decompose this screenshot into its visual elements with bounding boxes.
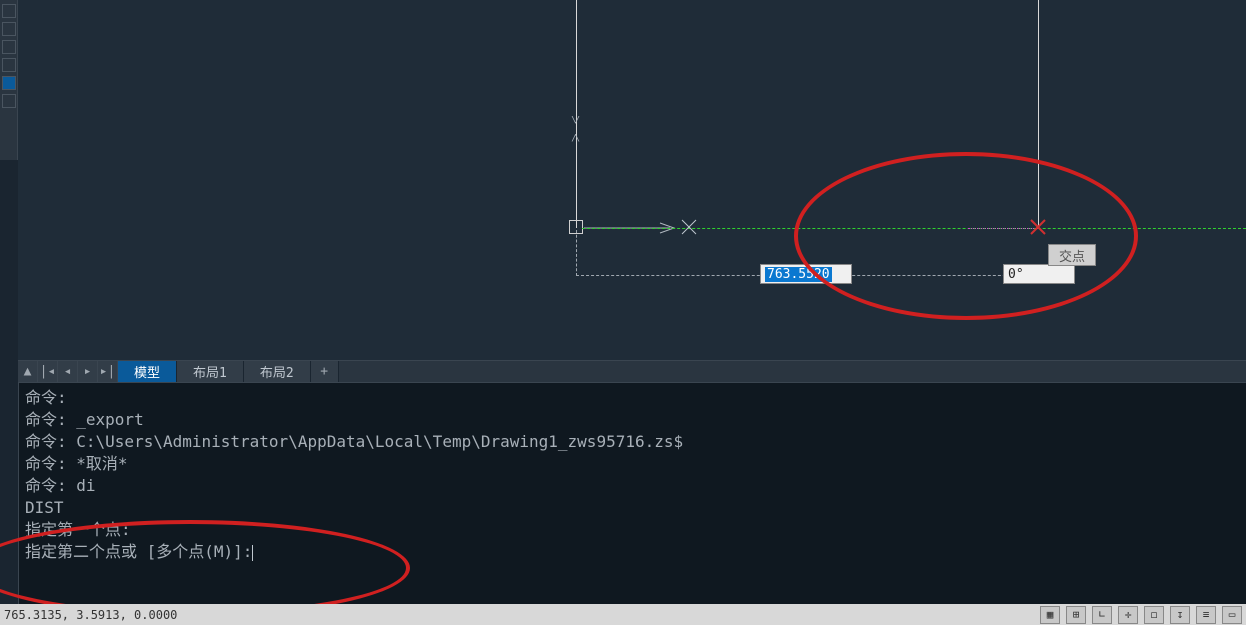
snap-tooltip: 交点 [1048,244,1096,266]
toolbar-button-2[interactable] [2,22,16,36]
tab-model[interactable]: 模型 [118,361,177,382]
command-prompt-line: 指定第二个点或 [多个点(M)]: [25,541,1240,563]
command-line: 指定第一个点: [25,519,1240,541]
toolbar-button-3[interactable] [2,40,16,54]
status-osnap-button[interactable]: ◻ [1144,606,1164,624]
vertical-line-2 [1038,0,1039,228]
annotation-ellipse-1 [794,152,1138,320]
dynamic-angle-input[interactable]: 0° [1003,264,1075,284]
dimension-drop-left [576,230,577,276]
status-lwt-button[interactable]: ≡ [1196,606,1216,624]
status-grid-button[interactable]: ▦ [1040,606,1060,624]
command-line: 命令: *取消* [25,453,1240,475]
tab-last-button[interactable]: ▸| [98,361,118,382]
text-cursor [252,545,253,561]
distance-value: 763.5520 [765,267,832,282]
command-line: 命令: [25,387,1240,409]
snap-tooltip-label: 交点 [1059,246,1085,265]
tab-model-label: 模型 [134,362,160,381]
layout-tab-bar: ▲ |◂ ◂ ▸ ▸| 模型 布局1 布局2 + [18,360,1246,382]
drawing-canvas[interactable]: ˅ ˄ 763.5520 0° 交点 [18,0,1246,360]
status-more-button[interactable]: ▭ [1222,606,1242,624]
tab-layout2[interactable]: 布局2 [244,361,311,382]
command-line: 命令: _export [25,409,1240,431]
arrow-up-tip-icon: ˄ [571,128,580,148]
command-console[interactable]: 命令: 命令: _export 命令: C:\Users\Administrat… [18,382,1246,604]
tab-layout1-label: 布局1 [193,362,227,381]
intersection-snap-icon [1030,219,1046,235]
tab-first-button[interactable]: |◂ [38,361,58,382]
angle-value: 0° [1008,267,1024,282]
left-toolbar [0,0,18,160]
status-coordinates: 765.3135, 3.5913, 0.0000 [4,608,177,622]
tab-plus-label: + [320,364,328,379]
command-prompt-text: 指定第二个点或 [多个点(M)]: [25,542,252,561]
tab-collapse-button[interactable]: ▲ [18,361,38,382]
status-bar: 765.3135, 3.5913, 0.0000 ▦ ⊞ ∟ ✛ ◻ ↧ ≡ ▭ [0,604,1246,625]
command-line: 命令: C:\Users\Administrator\AppData\Local… [25,431,1240,453]
tab-add-button[interactable]: + [311,361,339,382]
tick-marker-icon [680,218,698,236]
magenta-tracking-line [968,228,1038,229]
dynamic-distance-input[interactable]: 763.5520 [760,264,852,284]
status-polar-button[interactable]: ✛ [1118,606,1138,624]
toolbar-button-1[interactable] [2,4,16,18]
status-dyn-button[interactable]: ↧ [1170,606,1190,624]
command-line: DIST [25,497,1240,519]
tab-layout1[interactable]: 布局1 [177,361,244,382]
toolbar-button-6[interactable] [2,94,16,108]
tab-layout2-label: 布局2 [260,362,294,381]
toolbar-button-4[interactable] [2,58,16,72]
command-line: 命令: di [25,475,1240,497]
tab-next-button[interactable]: ▸ [78,361,98,382]
toolbar-button-5[interactable] [2,76,16,90]
status-snap-button[interactable]: ⊞ [1066,606,1086,624]
status-ortho-button[interactable]: ∟ [1092,606,1112,624]
arrow-up-icon: ˅ [571,110,580,130]
tab-prev-button[interactable]: ◂ [58,361,78,382]
